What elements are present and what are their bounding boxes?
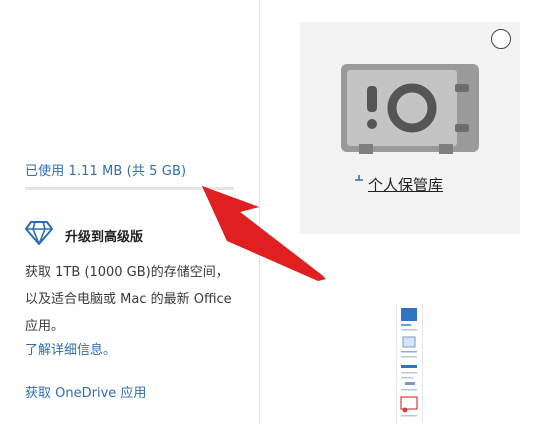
- upgrade-premium-title: 升级到高级版: [65, 226, 143, 245]
- safe-vault-icon: [339, 62, 481, 160]
- red-arrow-icon: [190, 175, 330, 289]
- get-onedrive-app-link[interactable]: 获取 OneDrive 应用: [25, 382, 146, 401]
- personal-vault-tile[interactable]: 个人保管库: [300, 22, 520, 234]
- personal-vault-label-row: 个人保管库: [354, 174, 443, 200]
- circle-select-icon[interactable]: [491, 29, 511, 49]
- upgrade-premium-header[interactable]: 升级到高级版: [25, 220, 143, 250]
- cursor-icon: [354, 174, 366, 200]
- storage-usage-link[interactable]: 已使用 1.11 MB (共 5 GB): [25, 160, 186, 179]
- diamond-icon: [25, 220, 53, 250]
- personal-vault-label[interactable]: 个人保管库: [368, 174, 443, 195]
- learn-more-link[interactable]: 了解详细信息。: [25, 339, 116, 358]
- document-thumbnail[interactable]: [396, 304, 423, 424]
